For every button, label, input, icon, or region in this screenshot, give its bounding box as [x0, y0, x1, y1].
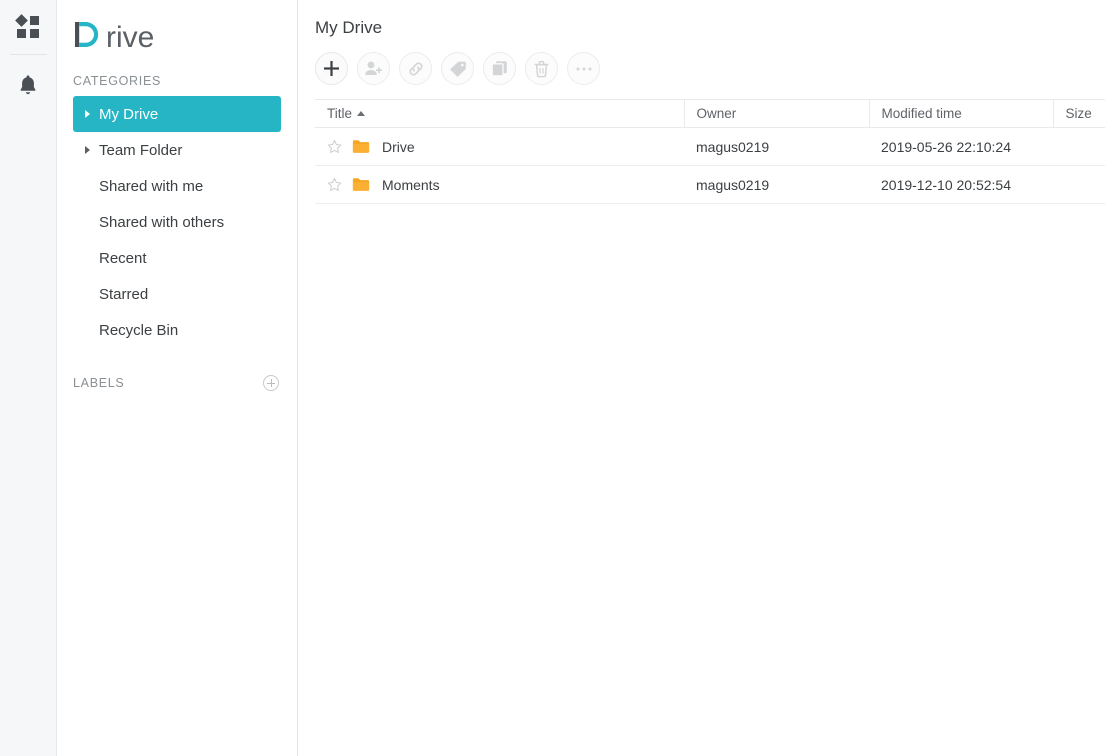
labels-heading: LABELS [73, 376, 125, 390]
person-add-icon [365, 61, 382, 75]
tag-icon [449, 61, 466, 77]
folder-icon [352, 140, 370, 153]
trash-icon [534, 60, 549, 77]
copy-button[interactable] [483, 52, 516, 85]
delete-button[interactable] [525, 52, 558, 85]
folder-icon [352, 178, 370, 191]
apps-grid-button[interactable] [0, 0, 57, 54]
table-header: Title Owner Modified time Size [315, 99, 1105, 128]
new-button[interactable] [315, 52, 348, 85]
sidebar-item-label: Recycle Bin [99, 321, 179, 339]
files-table: Title Owner Modified time Size Drive mag… [315, 99, 1105, 204]
row-title: Drive [382, 138, 415, 155]
cell-modified-time: 2019-12-10 20:52:54 [869, 165, 1053, 204]
sidebar-item-label: Starred [99, 285, 149, 303]
column-label: Owner [696, 106, 737, 121]
link-icon [408, 61, 423, 76]
table-row[interactable]: Moments magus0219 2019-12-10 20:52:54 [315, 165, 1105, 204]
star-outline-icon[interactable] [327, 139, 342, 154]
column-label: Modified time [881, 106, 962, 121]
sidebar-item-label: Recent [99, 249, 147, 267]
star-outline-icon[interactable] [327, 177, 342, 192]
add-label-icon[interactable] [263, 375, 279, 391]
main-content: My Drive Title Owner Modified time Size … [298, 0, 1105, 756]
notifications-button[interactable] [0, 55, 57, 115]
column-header-owner[interactable]: Owner [683, 99, 869, 128]
cell-size [1053, 127, 1105, 166]
sidebar-item-recent[interactable]: Recent [73, 240, 281, 276]
table-row[interactable]: Drive magus0219 2019-05-26 22:10:24 [315, 127, 1105, 166]
cell-title: Drive [315, 127, 684, 166]
chevron-right-icon [85, 110, 90, 118]
share-button[interactable] [357, 52, 390, 85]
page-title: My Drive [315, 18, 383, 37]
cell-title: Moments [315, 165, 684, 204]
chevron-right-icon [85, 146, 90, 154]
sidebar: rive CATEGORIES My Drive Team Folder Sha… [57, 0, 298, 756]
column-label: Size [1065, 106, 1092, 121]
toolbar [315, 38, 1105, 99]
more-button[interactable] [567, 52, 600, 85]
ellipsis-icon [576, 67, 591, 70]
sidebar-item-label: Shared with me [99, 177, 204, 195]
sort-ascending-icon [357, 111, 366, 116]
app-root: rive CATEGORIES My Drive Team Folder Sha… [0, 0, 1105, 756]
cell-owner: magus0219 [684, 165, 869, 204]
sidebar-item-my-drive[interactable]: My Drive [73, 96, 281, 132]
drive-wordmark-icon: rive [75, 21, 154, 52]
icon-rail [0, 0, 57, 756]
bell-icon [20, 75, 36, 95]
table-body: Drive magus0219 2019-05-26 22:10:24 Mome… [315, 127, 1105, 204]
column-header-title[interactable]: Title [315, 99, 684, 128]
tag-button[interactable] [441, 52, 474, 85]
link-button[interactable] [399, 52, 432, 85]
sidebar-item-starred[interactable]: Starred [73, 276, 281, 312]
table-header-row: Title Owner Modified time Size [315, 99, 1105, 128]
column-label: Title [327, 106, 353, 121]
sidebar-item-label: Shared with others [99, 213, 225, 231]
sidebar-item-label: Team Folder [99, 141, 183, 159]
categories-heading: CATEGORIES [73, 74, 162, 88]
sidebar-item-shared-with-me[interactable]: Shared with me [73, 168, 281, 204]
sidebar-item-team-folder[interactable]: Team Folder [73, 132, 281, 168]
cell-modified-time: 2019-05-26 22:10:24 [869, 127, 1053, 166]
brand-logo: rive [57, 6, 297, 58]
row-title: Moments [382, 176, 440, 193]
cell-size [1053, 165, 1105, 204]
sidebar-item-shared-with-others[interactable]: Shared with others [73, 204, 281, 240]
cell-owner: magus0219 [684, 127, 869, 166]
svg-text:rive: rive [106, 21, 154, 52]
sidebar-item-recycle-bin[interactable]: Recycle Bin [73, 312, 281, 348]
column-header-modified-time[interactable]: Modified time [868, 99, 1053, 128]
plus-icon [324, 61, 339, 76]
sidebar-item-label: My Drive [99, 105, 159, 123]
labels-section-header: LABELS [57, 370, 297, 396]
apps-grid-icon [15, 14, 39, 38]
copy-icon [491, 61, 507, 77]
column-header-size[interactable]: Size [1052, 99, 1105, 128]
